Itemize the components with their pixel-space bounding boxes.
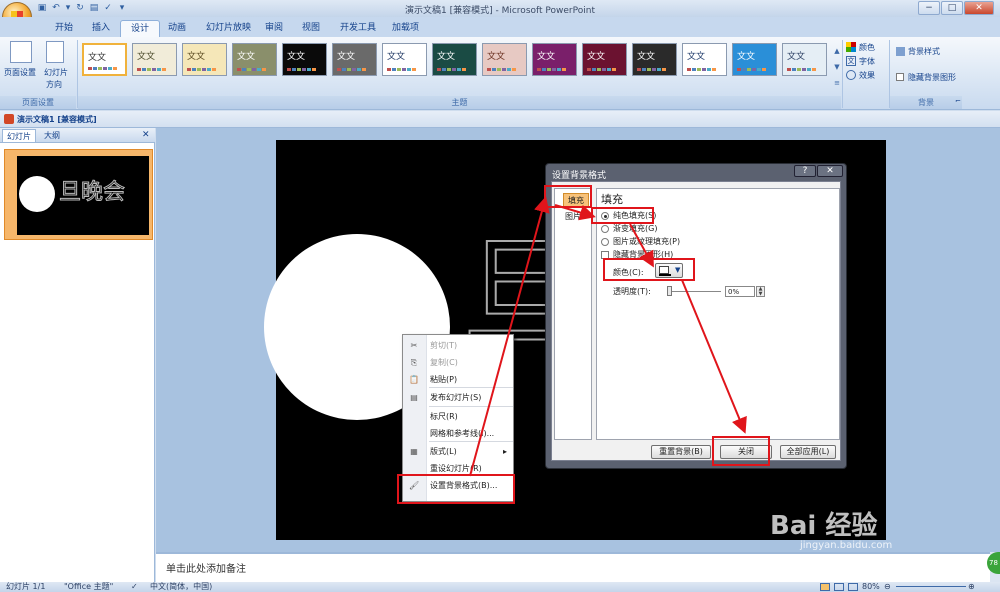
status-slide-count: 幻灯片 1/1: [6, 582, 46, 591]
status-theme: "Office 主题": [64, 582, 114, 591]
arrow-to-fill-nav: [469, 196, 550, 477]
notes-placeholder[interactable]: 单击此处添加备注: [166, 560, 246, 575]
spellcheck-icon[interactable]: ✓: [131, 582, 138, 592]
baidu-watermark-url: jingyan.baidu.com: [800, 540, 893, 551]
arrow-to-close: [681, 279, 747, 434]
status-bar: 幻灯片 1/1 "Office 主题" ✓ 中文(简体，中国) 80% ⊖ ⊕: [0, 582, 1000, 592]
zoom-slider[interactable]: [896, 586, 966, 587]
status-language: 中文(简体，中国): [150, 582, 213, 591]
sorter-view-icon[interactable]: [834, 583, 844, 591]
arrow-to-solid-fill: [554, 204, 596, 221]
zoom-level[interactable]: 80%: [862, 582, 880, 592]
normal-view-icon[interactable]: [820, 583, 830, 591]
zoom-in-icon[interactable]: ⊕: [968, 582, 975, 592]
notes-pane[interactable]: 单击此处添加备注: [156, 552, 990, 582]
baidu-watermark: Bai 经验: [770, 511, 878, 541]
annotation-arrows: [469, 196, 747, 477]
arrow-to-color: [629, 223, 654, 268]
slideshow-view-icon[interactable]: [848, 583, 858, 591]
zoom-out-icon[interactable]: ⊖: [884, 582, 891, 592]
